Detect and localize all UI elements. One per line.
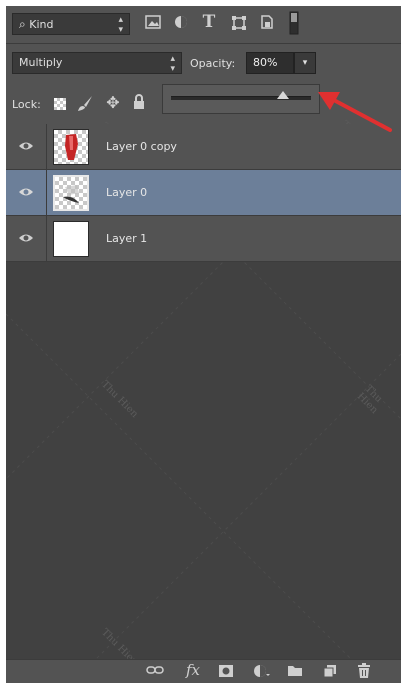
eye-icon[interactable]	[18, 186, 34, 198]
layer-style-fx-button[interactable]: fx	[182, 661, 204, 681]
divider	[46, 124, 47, 170]
lock-label: Lock:	[12, 98, 41, 111]
layer-name[interactable]: Layer 0 copy	[106, 140, 177, 153]
annotation-arrow-icon	[318, 92, 392, 132]
filter-toggle-switch[interactable]	[288, 11, 300, 35]
new-adjustment-layer-icon[interactable]	[252, 663, 270, 681]
opacity-slider-popup	[162, 84, 320, 114]
layer-name[interactable]: Layer 1	[106, 232, 147, 245]
updown-arrows-icon: ▴ ▾	[170, 54, 175, 74]
updown-arrows-icon: ▴ ▾	[118, 15, 123, 35]
add-layer-mask-icon[interactable]	[218, 664, 234, 680]
kind-filter-label: Kind	[29, 18, 54, 31]
kind-filter-dropdown[interactable]: ⌕ Kind ▴ ▾	[12, 13, 130, 35]
layer-thumbnail	[53, 175, 89, 211]
layer-thumbnail	[53, 129, 89, 165]
link-layers-icon[interactable]	[146, 664, 164, 680]
opacity-dropdown-button[interactable]: ▾	[294, 52, 316, 74]
layer-row[interactable]: Layer 1	[6, 216, 401, 262]
lock-image-pixels-icon[interactable]	[76, 94, 94, 112]
type-layer-filter-icon[interactable]: T	[200, 12, 218, 32]
opacity-slider-thumb[interactable]	[277, 91, 289, 99]
opacity-label: Opacity:	[190, 57, 236, 70]
smart-object-filter-icon[interactable]	[258, 14, 276, 32]
eye-icon[interactable]	[18, 232, 34, 244]
layer-thumbnail	[53, 221, 89, 257]
search-icon: ⌕	[19, 17, 26, 31]
blend-mode-value: Multiply	[19, 56, 63, 69]
divider	[46, 216, 47, 262]
eye-icon[interactable]	[18, 140, 34, 152]
shape-layer-filter-icon[interactable]	[230, 15, 248, 31]
blend-row: Multiply ▴ ▾ Opacity: 80% ▾	[6, 44, 401, 78]
layers-bottom-bar: fx	[6, 659, 401, 683]
fx-label: fx	[185, 661, 200, 679]
chevron-down-icon: ▾	[302, 58, 308, 68]
opacity-value: 80%	[253, 56, 278, 69]
divider	[46, 170, 47, 216]
lock-transparent-pixels-icon[interactable]	[54, 98, 66, 110]
new-group-folder-icon[interactable]	[286, 664, 304, 680]
lock-all-icon[interactable]	[132, 94, 146, 112]
new-layer-icon[interactable]	[322, 664, 338, 680]
adjustment-layer-filter-icon[interactable]	[172, 15, 190, 31]
layer-name[interactable]: Layer 0	[106, 186, 147, 199]
lock-position-icon[interactable]: ✥	[104, 93, 122, 112]
pixel-layer-filter-icon[interactable]	[144, 15, 162, 31]
trash-icon[interactable]	[356, 663, 372, 681]
opacity-input[interactable]: 80%	[246, 52, 294, 74]
filter-row: ⌕ Kind ▴ ▾ T	[6, 6, 401, 42]
layers-list: Thu Hien Thu Hien Thu Hien Thu Hien Thu …	[6, 119, 401, 669]
layer-row-selected[interactable]: Layer 0	[6, 170, 401, 216]
opacity-slider-track[interactable]	[171, 96, 311, 100]
blend-mode-dropdown[interactable]: Multiply ▴ ▾	[12, 52, 182, 74]
